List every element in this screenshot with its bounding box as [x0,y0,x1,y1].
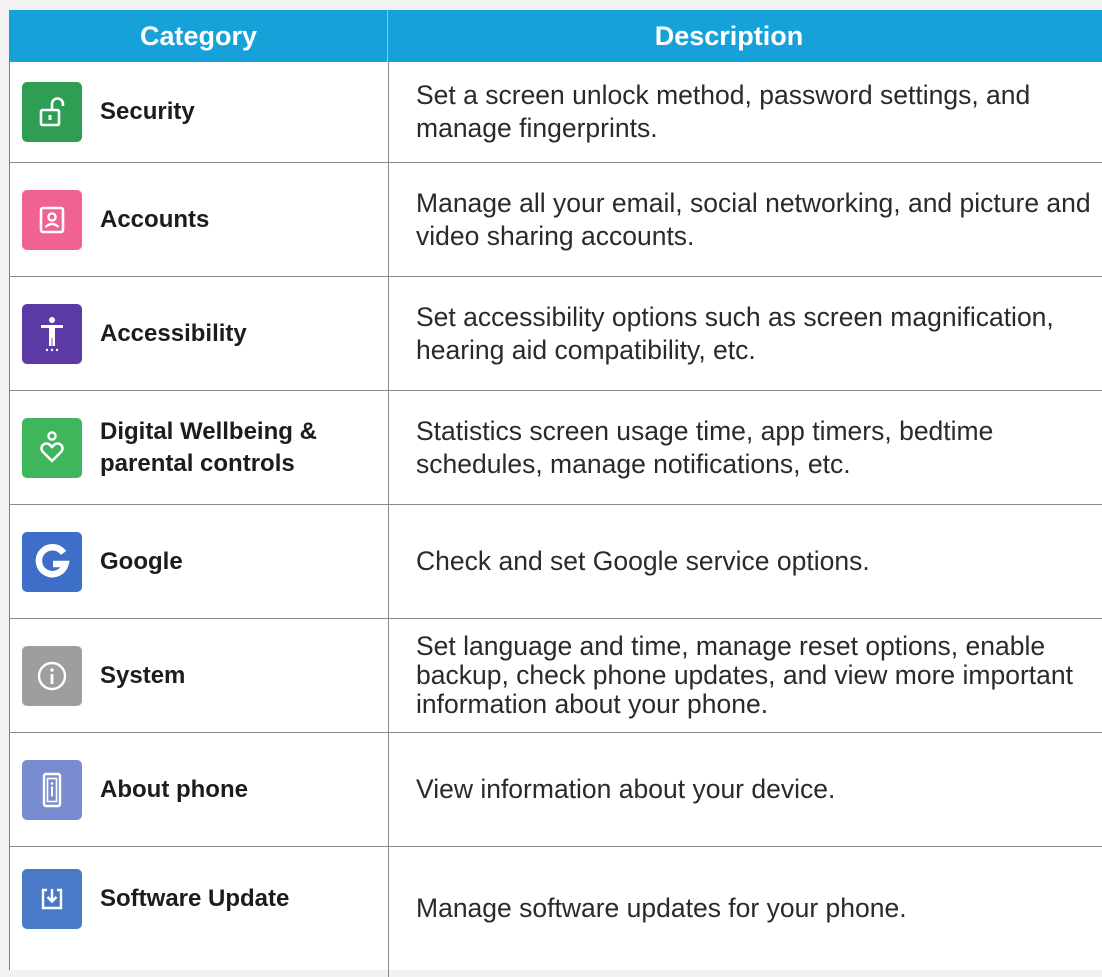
category-label: About phone [100,775,248,803]
header-category: Category [10,10,388,62]
table-row-accounts: Accounts Manage all your email, social n… [10,163,1102,277]
description-cell: View information about your device. [416,774,836,804]
download-icon [22,869,82,929]
category-label: Accounts [100,205,210,233]
category-label: Digital Wellbeing & parental controls [100,417,317,477]
google-g-icon [22,531,82,592]
info-icon [22,645,82,706]
category-cell: Accessibility [10,277,389,390]
account-icon [22,189,82,250]
category-label: Security [100,98,195,125]
category-label: Accessibility [100,319,247,347]
header-description: Description [654,20,804,51]
description-cell: Set accessibility options such as screen… [416,301,1054,365]
category-cell: Security [10,62,389,162]
description-cell: Set language and time, manage reset opti… [416,631,1074,719]
settings-table: Category Description Security Set a scre… [9,10,1102,977]
category-cell: Software Update [10,847,389,977]
wellbeing-heart-icon [22,417,82,478]
table-row-system: System Set language and time, manage res… [10,619,1102,733]
description-cell: Set a screen unlock method, password set… [416,80,1031,143]
category-cell: Digital Wellbeing & parental controls [10,391,389,504]
table-row-google: Google Check and set Google service opti… [10,505,1102,619]
table-row-about-phone: About phone View information about your … [10,733,1102,847]
category-label: System [100,661,186,689]
category-label: Google [100,547,183,575]
table-row-software-update: Software Update Manage software updates … [10,847,1102,977]
unlock-icon [22,82,82,142]
category-label: Software Update [100,885,290,912]
accessibility-icon [22,303,82,364]
phone-info-icon [22,759,82,820]
table-header: Category Description [10,10,1102,62]
table-row-security: Security Set a screen unlock method, pas… [10,62,1102,163]
description-cell: Statistics screen usage time, app timers… [416,415,994,479]
table-row-accessibility: Accessibility Set accessibility options … [10,277,1102,391]
category-cell: Accounts [10,163,389,276]
category-cell: About phone [10,733,389,846]
category-cell: Google [10,505,389,618]
description-cell: Check and set Google service options. [416,546,870,576]
description-cell: Manage all your email, social networking… [416,187,1091,251]
description-cell: Manage software updates for your phone. [416,893,907,923]
table-row-digital-wellbeing: Digital Wellbeing & parental controls St… [10,391,1102,505]
category-cell: System [10,619,389,732]
